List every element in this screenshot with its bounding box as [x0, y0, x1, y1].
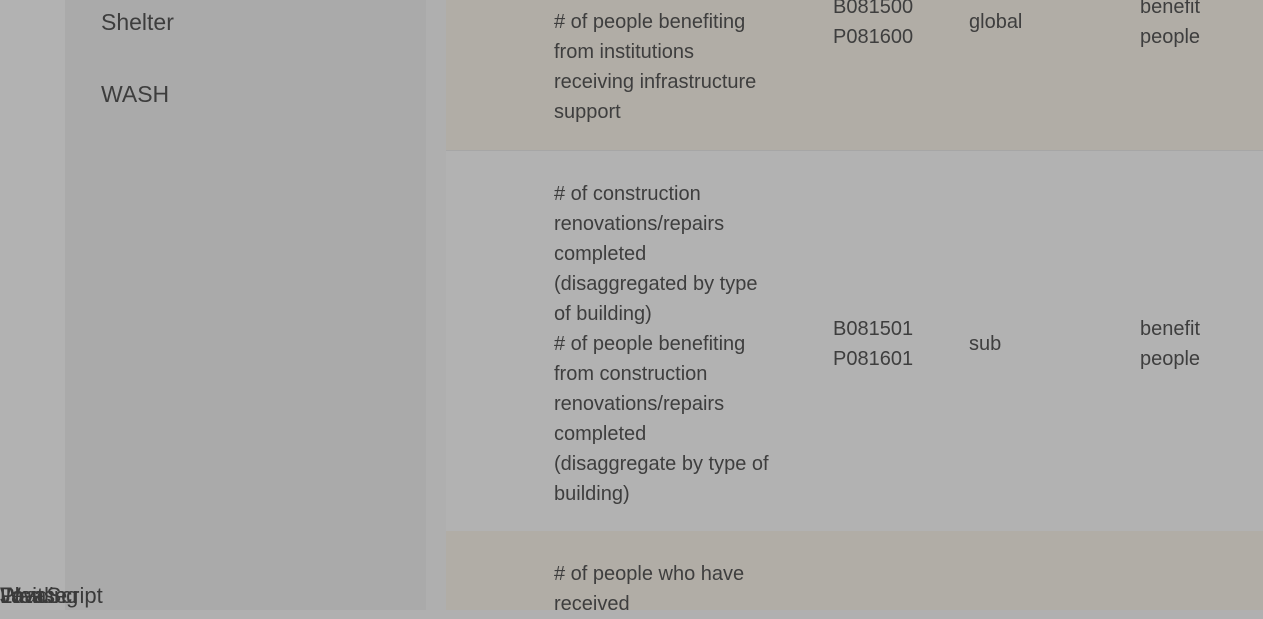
indicator-unit: benefit people [1140, 318, 1201, 370]
indicator-code: B081501 P081601 [833, 318, 914, 370]
indicator-code: B081500 P081600 [833, 0, 914, 48]
sidebar: Shelter WASH [65, 0, 426, 610]
sidebar-item-wash[interactable]: WASH [101, 81, 169, 108]
left-strip [0, 0, 65, 610]
indicator-unit: benefit people [1140, 0, 1201, 48]
sidebar-item-shelter[interactable]: Shelter [101, 9, 174, 36]
indicator-description: # of people who have received [554, 563, 745, 615]
indicator-table: # of people benefiting from institutions… [426, 0, 1263, 615]
indicator-level: global [969, 11, 1023, 33]
table-row: # of construction renovations/repairs co… [446, 150, 1263, 532]
table-row: # of people who have received [446, 531, 1263, 615]
indicator-description: # of people benefiting from institutions… [554, 11, 757, 123]
indicator-description: # of construction renovations/repairs co… [554, 183, 769, 505]
table-row: # of people benefiting from institutions… [446, 0, 1263, 150]
indicator-level: sub [969, 333, 1002, 355]
